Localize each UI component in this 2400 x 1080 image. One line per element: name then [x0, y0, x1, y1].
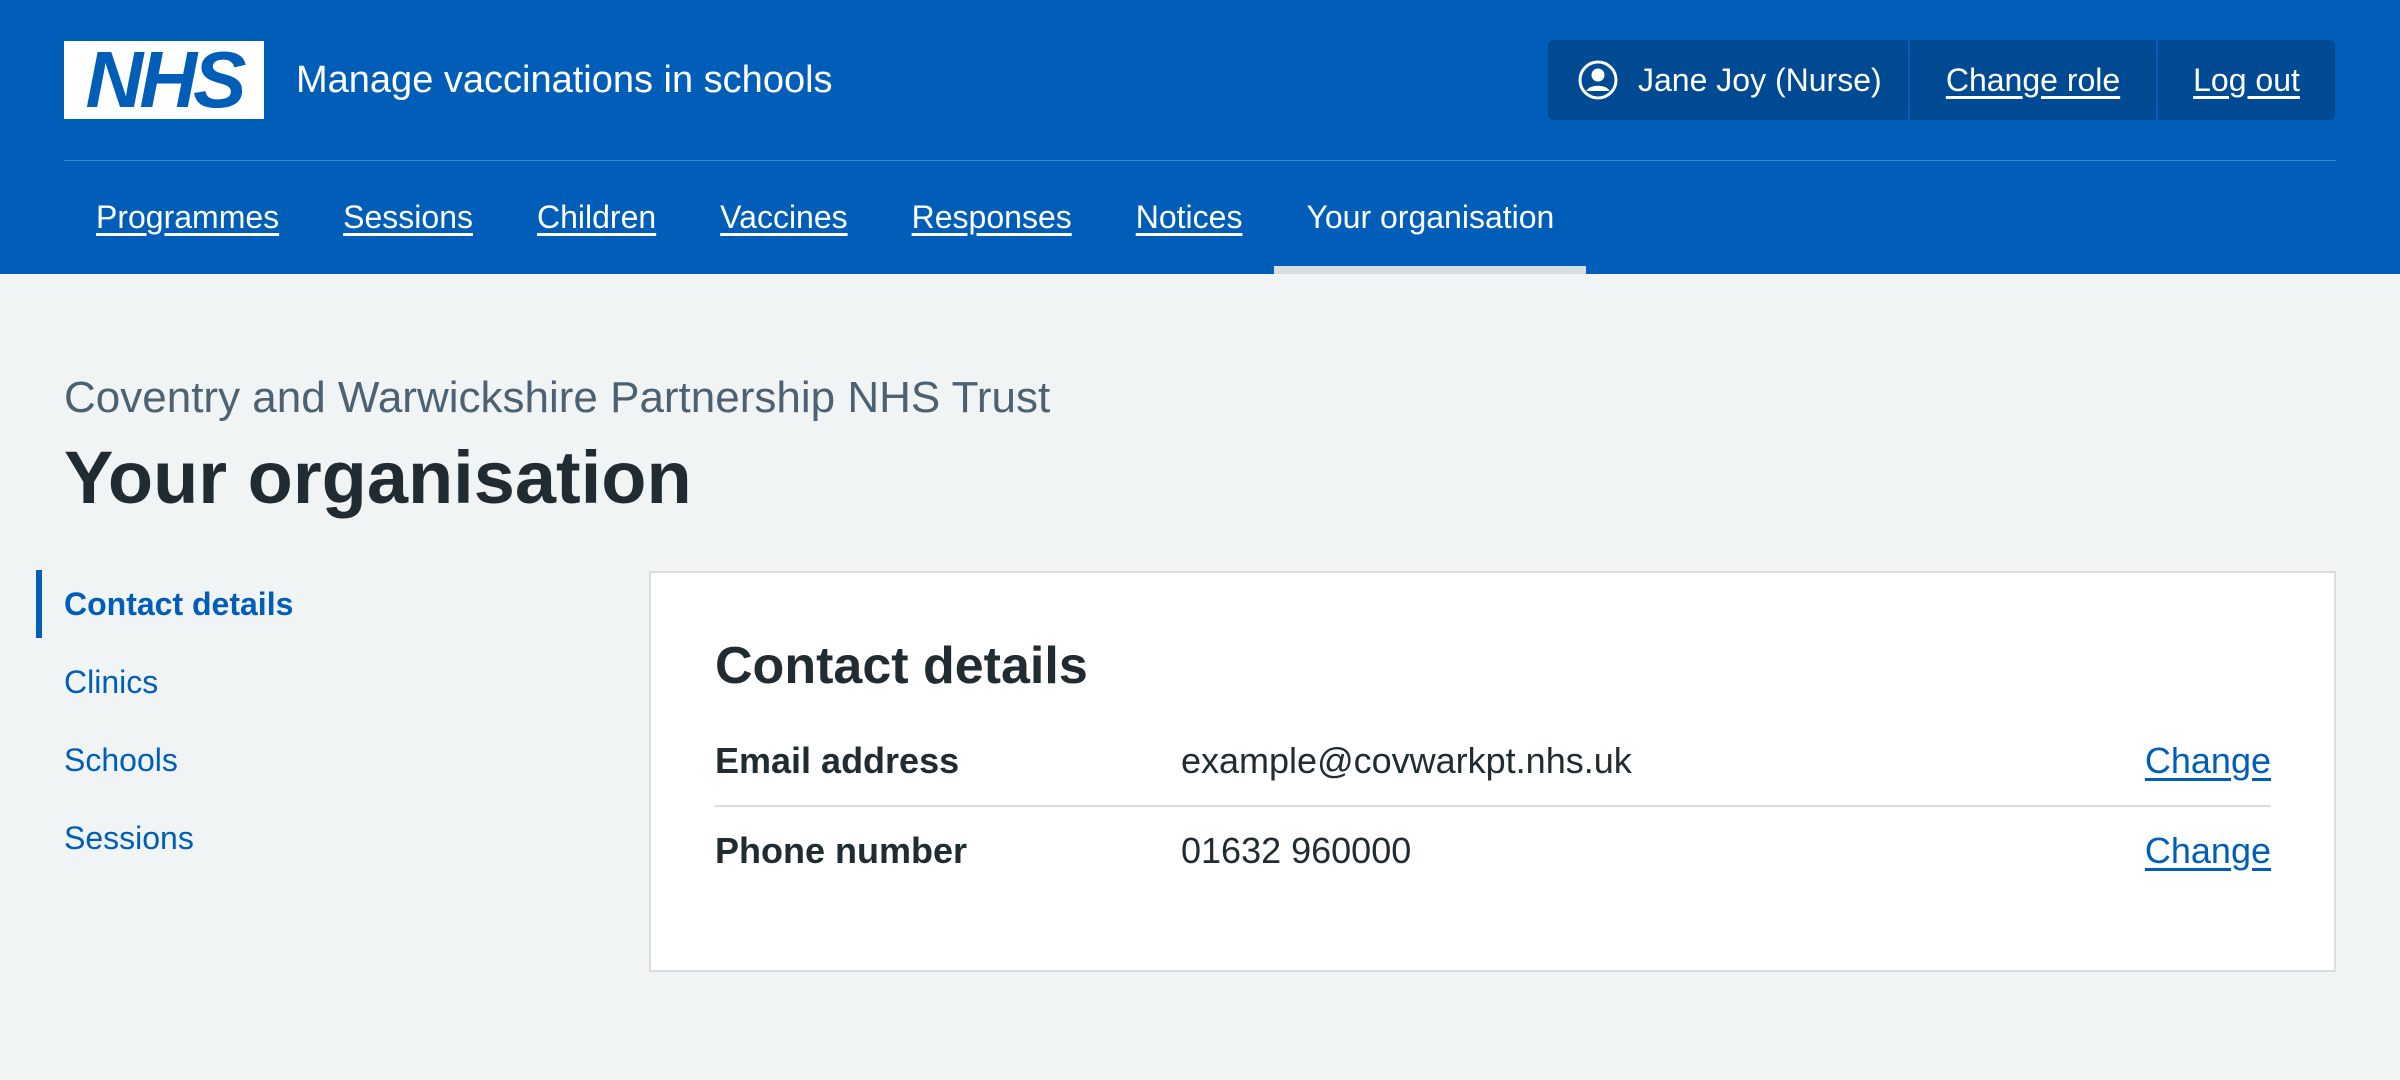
sidenav-item-schools: Schools — [36, 726, 596, 794]
nav-link-responses[interactable]: Responses — [912, 199, 1072, 236]
service-name: Manage vaccinations in schools — [296, 59, 833, 101]
nav-item-sessions: Sessions — [311, 161, 505, 274]
change-email-link[interactable]: Change — [2145, 740, 2271, 781]
logout-link[interactable]: Log out — [2193, 62, 2300, 99]
summary-value: 01632 960000 — [1181, 830, 1412, 871]
sidenav-link-contact-details[interactable]: Contact details — [64, 586, 293, 623]
primary-navigation: Programmes Sessions Children Vaccines Re… — [64, 161, 1587, 274]
nav-item-vaccines: Vaccines — [688, 161, 879, 274]
change-phone-link[interactable]: Change — [2145, 830, 2271, 871]
account-change-role: Change role — [1910, 40, 2156, 120]
sidenav-link-schools[interactable]: Schools — [64, 742, 178, 779]
nav-item-responses: Responses — [880, 161, 1104, 274]
change-role-link[interactable]: Change role — [1946, 62, 2120, 99]
nav-item-notices: Notices — [1104, 161, 1275, 274]
sidenav-item-contact-details[interactable]: Contact details — [36, 570, 596, 638]
summary-value: example@covwarkpt.nhs.uk — [1181, 740, 1632, 781]
secondary-navigation: Contact details Clinics Schools Sessions — [36, 570, 596, 882]
nav-item-your-organisation[interactable]: Your organisation — [1274, 161, 1587, 274]
page-title: Your organisation — [64, 436, 692, 519]
sidenav-link-sessions[interactable]: Sessions — [64, 820, 194, 857]
nav-link-vaccines[interactable]: Vaccines — [720, 199, 847, 236]
nav-item-programmes: Programmes — [64, 161, 311, 274]
organisation-caption: Coventry and Warwickshire Partnership NH… — [64, 373, 1051, 422]
nhs-logo[interactable]: NHS — [64, 35, 264, 124]
account-logout: Log out — [2158, 40, 2335, 120]
summary-row-email: Email address example@covwarkpt.nhs.uk C… — [715, 717, 2271, 807]
nhs-logo-text: NHS — [85, 35, 247, 124]
site-header: NHS Manage vaccinations in schools Jane … — [0, 0, 2400, 274]
sidenav-item-sessions: Sessions — [36, 804, 596, 872]
nav-link-programmes[interactable]: Programmes — [96, 199, 279, 236]
sidenav-item-clinics: Clinics — [36, 648, 596, 716]
summary-key: Phone number — [715, 830, 968, 871]
nav-link-children[interactable]: Children — [537, 199, 656, 236]
summary-action: Change — [2145, 740, 2271, 782]
nav-link-sessions[interactable]: Sessions — [343, 199, 473, 236]
summary-action: Change — [2145, 830, 2271, 872]
nav-link-notices[interactable]: Notices — [1136, 199, 1243, 236]
nav-item-children: Children — [505, 161, 688, 274]
user-circle-icon — [1578, 60, 1618, 100]
nav-current-label: Your organisation — [1306, 199, 1555, 235]
summary-row-phone: Phone number 01632 960000 Change — [715, 807, 2271, 895]
card-title: Contact details — [715, 637, 1088, 695]
account-user-name: Jane Joy (Nurse) — [1638, 61, 1882, 98]
summary-key: Email address — [715, 740, 960, 781]
account-user: Jane Joy (Nurse) — [1548, 40, 1908, 120]
account-menu: Jane Joy (Nurse) Change role Log out — [1548, 40, 2335, 120]
sidenav-link-clinics[interactable]: Clinics — [64, 664, 158, 701]
contact-details-card: Contact details Email address example@co… — [649, 571, 2336, 972]
